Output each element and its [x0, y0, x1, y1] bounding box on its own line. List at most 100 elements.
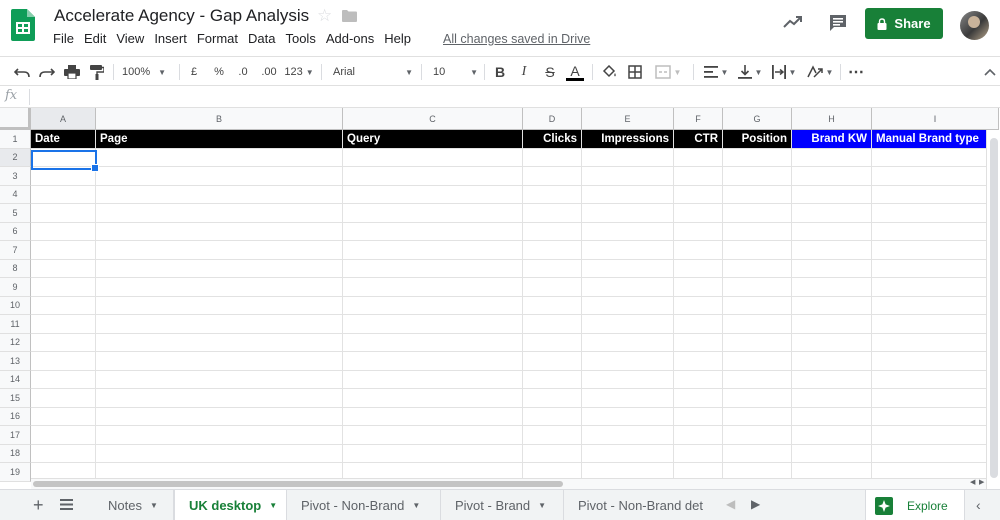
table-cell[interactable]: [723, 259, 792, 278]
table-cell[interactable]: [31, 278, 96, 297]
table-cell[interactable]: [723, 333, 792, 352]
table-cell[interactable]: [523, 389, 582, 408]
table-cell[interactable]: [96, 259, 343, 278]
formula-input[interactable]: [34, 88, 984, 106]
table-cell[interactable]: [31, 222, 96, 241]
row-header-16[interactable]: 16: [0, 407, 31, 426]
select-all-corner[interactable]: [0, 108, 31, 130]
table-cell[interactable]: [792, 296, 872, 315]
column-header-d[interactable]: D: [523, 108, 582, 130]
row-header-2[interactable]: 2: [0, 148, 31, 167]
row-header-5[interactable]: 5: [0, 204, 31, 223]
table-cell[interactable]: [872, 148, 999, 167]
table-cell[interactable]: [96, 167, 343, 186]
row-header-14[interactable]: 14: [0, 370, 31, 389]
table-cell[interactable]: [674, 296, 723, 315]
table-cell[interactable]: [582, 222, 674, 241]
table-cell[interactable]: [792, 315, 872, 334]
save-status-link[interactable]: All changes saved in Drive: [443, 32, 590, 46]
column-header-a[interactable]: A: [31, 108, 96, 130]
sheet-tab-pivot-non-brand[interactable]: Pivot - Non-Brand ▼: [287, 490, 441, 520]
table-cell[interactable]: [723, 167, 792, 186]
table-cell[interactable]: [31, 241, 96, 260]
menu-help[interactable]: Help: [384, 31, 415, 49]
table-cell[interactable]: [343, 278, 523, 297]
header-cell-i[interactable]: Manual Brand type: [872, 130, 999, 149]
table-cell[interactable]: [674, 352, 723, 371]
table-cell[interactable]: [792, 370, 872, 389]
header-cell-f[interactable]: CTR: [674, 130, 723, 149]
scroll-left-icon[interactable]: ◀: [970, 478, 975, 486]
table-cell[interactable]: [674, 333, 723, 352]
table-cell[interactable]: [96, 296, 343, 315]
table-cell[interactable]: [792, 241, 872, 260]
table-cell[interactable]: [96, 315, 343, 334]
row-header-3[interactable]: 3: [0, 167, 31, 186]
explore-button[interactable]: Explore: [865, 490, 965, 520]
table-cell[interactable]: [523, 204, 582, 223]
table-cell[interactable]: [792, 222, 872, 241]
more-icon[interactable]: ⋯: [847, 62, 865, 82]
table-cell[interactable]: [582, 296, 674, 315]
table-cell[interactable]: [872, 259, 999, 278]
table-cell[interactable]: [343, 148, 523, 167]
table-cell[interactable]: [31, 185, 96, 204]
table-cell[interactable]: [792, 259, 872, 278]
menu-edit[interactable]: Edit: [84, 31, 110, 49]
table-cell[interactable]: [343, 426, 523, 445]
table-cell[interactable]: [96, 444, 343, 463]
table-cell[interactable]: [792, 204, 872, 223]
table-cell[interactable]: [523, 407, 582, 426]
table-cell[interactable]: [792, 167, 872, 186]
table-cell[interactable]: [674, 148, 723, 167]
table-cell[interactable]: [792, 278, 872, 297]
table-cell[interactable]: [523, 296, 582, 315]
table-cell[interactable]: [582, 315, 674, 334]
folder-icon[interactable]: [342, 10, 357, 22]
table-cell[interactable]: [723, 426, 792, 445]
column-header-c[interactable]: C: [343, 108, 523, 130]
text-rotation-icon[interactable]: ▼: [805, 62, 835, 82]
table-cell[interactable]: [872, 204, 999, 223]
scroll-tabs-left-icon[interactable]: ◀: [726, 497, 735, 511]
font-family-select[interactable]: Arial ▼: [333, 62, 413, 82]
table-cell[interactable]: [343, 352, 523, 371]
undo-icon[interactable]: [12, 62, 32, 82]
table-cell[interactable]: [582, 333, 674, 352]
all-sheets-list-icon[interactable]: [60, 499, 73, 510]
table-cell[interactable]: [96, 185, 343, 204]
table-cell[interactable]: [872, 333, 999, 352]
table-cell[interactable]: [674, 222, 723, 241]
font-size-select[interactable]: 10 ▼: [433, 62, 478, 82]
print-icon[interactable]: [62, 62, 82, 82]
menu-file[interactable]: File: [53, 31, 78, 49]
table-cell[interactable]: [582, 259, 674, 278]
table-cell[interactable]: [582, 444, 674, 463]
table-cell[interactable]: [723, 241, 792, 260]
share-button[interactable]: Share: [865, 8, 943, 39]
table-cell[interactable]: [31, 444, 96, 463]
column-header-e[interactable]: E: [582, 108, 674, 130]
header-cell-b[interactable]: Page: [96, 130, 343, 149]
row-header-7[interactable]: 7: [0, 241, 31, 260]
column-header-i[interactable]: I: [872, 108, 999, 130]
table-cell[interactable]: [523, 278, 582, 297]
table-cell[interactable]: [343, 222, 523, 241]
table-cell[interactable]: [792, 389, 872, 408]
table-cell[interactable]: [792, 148, 872, 167]
table-cell[interactable]: [31, 352, 96, 371]
table-cell[interactable]: [523, 444, 582, 463]
sheet-tab-uk-desktop[interactable]: UK desktop ▼: [174, 490, 287, 520]
table-cell[interactable]: [723, 370, 792, 389]
table-cell[interactable]: [96, 222, 343, 241]
table-cell[interactable]: [31, 370, 96, 389]
table-cell[interactable]: [792, 185, 872, 204]
table-cell[interactable]: [96, 241, 343, 260]
collapse-toolbar-icon[interactable]: [982, 62, 998, 82]
text-color-button[interactable]: A: [566, 62, 584, 82]
table-cell[interactable]: [872, 352, 999, 371]
add-sheet-icon[interactable]: +: [33, 495, 44, 516]
row-header-15[interactable]: 15: [0, 389, 31, 408]
table-cell[interactable]: [31, 296, 96, 315]
borders-icon[interactable]: [626, 62, 644, 82]
